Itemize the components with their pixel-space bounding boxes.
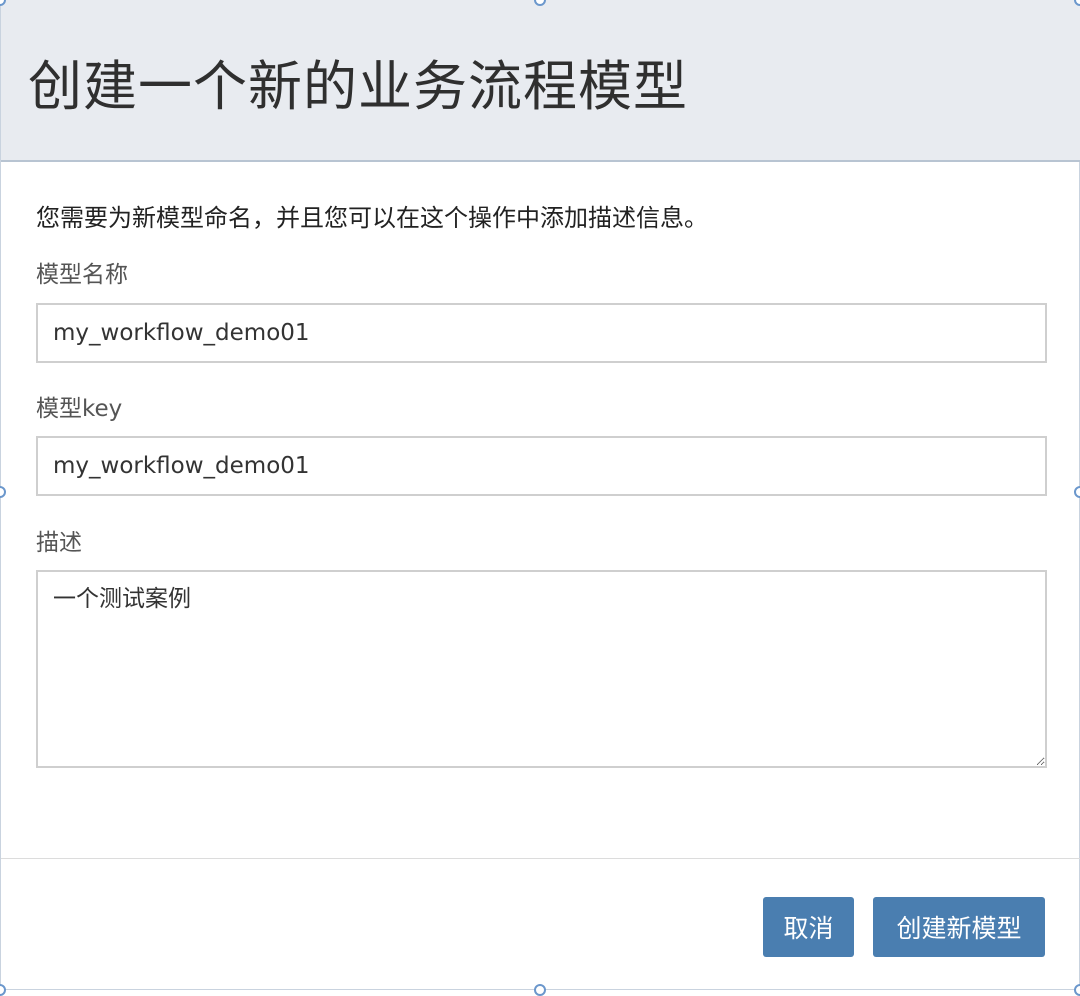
model-key-input[interactable]: [36, 436, 1047, 496]
resize-handle-bottom-icon[interactable]: [534, 984, 546, 996]
create-model-button[interactable]: 创建新模型: [873, 897, 1045, 957]
model-name-label: 模型名称: [36, 262, 128, 288]
cancel-button[interactable]: 取消: [763, 897, 854, 957]
description-textarea[interactable]: 一个测试案例: [36, 570, 1047, 768]
dialog-footer: 取消 创建新模型: [1, 858, 1080, 990]
model-key-label: 模型key: [36, 396, 123, 422]
create-model-dialog: 创建一个新的业务流程模型 您需要为新模型命名，并且您可以在这个操作中添加描述信息…: [0, 0, 1080, 990]
dialog-description: 您需要为新模型命名，并且您可以在这个操作中添加描述信息。: [36, 204, 708, 232]
description-label: 描述: [36, 530, 82, 556]
resize-handle-right-icon[interactable]: [1074, 486, 1080, 498]
dialog-header: 创建一个新的业务流程模型: [1, 0, 1080, 162]
dialog-title: 创建一个新的业务流程模型: [28, 55, 688, 118]
model-name-input[interactable]: [36, 303, 1047, 363]
resize-handle-bottom-right-icon[interactable]: [1074, 984, 1080, 996]
